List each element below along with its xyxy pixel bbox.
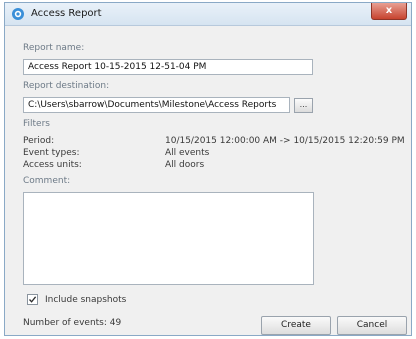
milestone-logo-icon xyxy=(12,8,24,20)
comment-label: Comment: xyxy=(23,176,71,186)
report-name-field[interactable]: Access Report 10-15-2015 12-51-04 PM xyxy=(23,59,313,75)
event-types-value: All events xyxy=(165,148,210,158)
close-icon: x xyxy=(385,5,393,16)
cancel-button[interactable]: Cancel xyxy=(337,316,407,335)
access-report-dialog: Access Report x Report name: Access Repo… xyxy=(4,2,412,336)
report-destination-label: Report destination: xyxy=(23,81,110,91)
create-button[interactable]: Create xyxy=(261,316,331,335)
report-destination-field[interactable]: C:\Users\sbarrow\Documents\Milestone\Acc… xyxy=(23,97,290,113)
filters-heading: Filters xyxy=(23,119,50,129)
checkmark-icon xyxy=(29,296,37,303)
comment-textarea[interactable] xyxy=(23,192,314,285)
window-title: Access Report xyxy=(31,8,102,19)
include-snapshots-label: Include snapshots xyxy=(45,295,127,305)
close-button[interactable]: x xyxy=(371,3,407,20)
events-count: Number of events: 49 xyxy=(23,318,122,328)
period-value: 10/15/2015 12:00:00 AM -> 10/15/2015 12:… xyxy=(165,136,405,146)
title-bar: Access Report x xyxy=(5,3,411,26)
report-name-label: Report name: xyxy=(23,43,85,53)
access-units-value: All doors xyxy=(165,160,205,170)
period-label: Period: xyxy=(23,136,55,146)
event-types-label: Event types: xyxy=(23,148,80,158)
access-units-label: Access units: xyxy=(23,160,82,170)
browse-button[interactable]: ... xyxy=(294,98,313,113)
include-snapshots-checkbox[interactable] xyxy=(27,294,38,305)
